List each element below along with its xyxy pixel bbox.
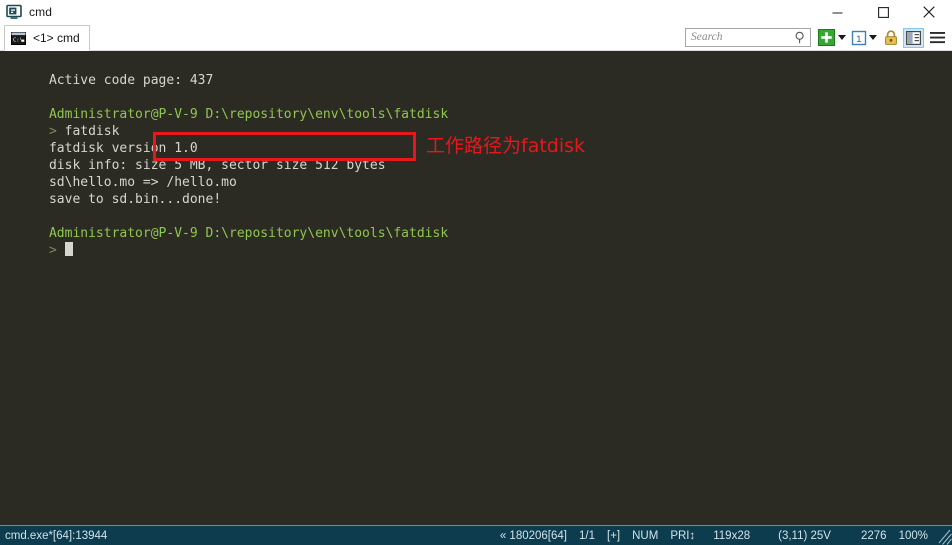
status-process: cmd.exe*[64]:13944 [5, 529, 108, 542]
prompt-user: Administrator@P-V-9 [48, 107, 198, 122]
prompt-chevron: > [48, 124, 57, 139]
svg-text:1: 1 [856, 34, 861, 45]
search-placeholder: Search [691, 31, 723, 43]
status-buffer-lines: 2276 [860, 529, 887, 542]
command-text: fatdisk [56, 124, 120, 139]
status-priority: PRI↕ [670, 529, 696, 542]
cmd-window: cmd C:\ <1> cmd Search 1 Active code pag… [0, 0, 952, 545]
tab-label: <1> cmd [33, 31, 80, 45]
window-controls [814, 0, 952, 24]
annotation-label: 工作路径为fatdisk [426, 135, 586, 157]
terminal-text: fatdisk version 1.0 [48, 141, 198, 156]
prompt-path: D:\repository\env\tools\fatdisk [205, 226, 449, 241]
panel-one-icon: 1 [851, 30, 867, 46]
tab-cmd-1[interactable]: C:\ <1> cmd [4, 25, 90, 51]
split-panel-button[interactable] [903, 27, 924, 48]
prompt-path: D:\repository\env\tools\fatdisk [205, 107, 449, 122]
search-icon[interactable] [794, 31, 807, 44]
prompt-user: Administrator@P-V-9 [48, 226, 198, 241]
lock-button[interactable] [882, 27, 903, 48]
text-cursor [64, 242, 73, 256]
status-num-lock: NUM [632, 529, 659, 542]
status-bar: cmd.exe*[64]:13944 « 180206[64] 1/1 [+] … [0, 525, 952, 545]
status-zoom: 100% [898, 529, 928, 542]
terminal-line: Active code page: 437 [2, 55, 952, 88]
status-indicators: « 180206[64] 1/1 [+] NUM PRI↕ 119x28 (3,… [494, 526, 952, 545]
resize-grip-icon[interactable] [936, 526, 952, 545]
status-session: « 180206[64] [499, 529, 567, 542]
status-cursor-position: (3,11) 25V [778, 529, 831, 542]
lock-icon [884, 29, 898, 46]
minimize-button[interactable] [814, 0, 860, 24]
title-bar: cmd [0, 0, 952, 24]
panel-layout-button[interactable]: 1 [851, 27, 867, 48]
new-tab-button[interactable] [818, 27, 836, 48]
maximize-button[interactable] [860, 0, 906, 24]
terminal-prompt-line: Administrator@P-V-9 D:\repository\env\to… [2, 89, 952, 122]
window-title: cmd [29, 5, 52, 19]
status-plus: [+] [607, 529, 621, 542]
terminal-text: Active code page: 437 [48, 73, 214, 88]
terminal-text: disk info: size 5 MB, sector size 512 by… [48, 158, 386, 173]
console-icon [6, 4, 22, 20]
green-plus-icon [818, 29, 835, 46]
close-button[interactable] [906, 0, 952, 24]
cmd-icon: C:\ [11, 31, 26, 45]
panel-layout-dropdown[interactable] [867, 27, 878, 48]
svg-text:C:\: C:\ [13, 37, 23, 43]
terminal-text: save to sd.bin...done! [48, 192, 222, 207]
tab-bar: C:\ <1> cmd Search 1 [0, 24, 952, 51]
toolbar: Search 1 [685, 26, 948, 49]
terminal-text: sd\hello.mo => /hello.mo [48, 175, 237, 190]
terminal-prompt-line: Administrator@P-V-9 D:\repository\env\to… [2, 208, 952, 241]
new-tab-dropdown[interactable] [836, 27, 847, 48]
status-pages: 1/1 [579, 529, 595, 542]
status-dimensions: 119x28 [713, 529, 751, 542]
prompt-chevron: > [48, 243, 57, 258]
split-panel-icon [906, 30, 921, 45]
menu-button[interactable] [929, 27, 948, 48]
terminal-output[interactable]: Active code page: 437 Administrator@P-V-… [0, 51, 952, 525]
search-input[interactable]: Search [685, 28, 811, 47]
hamburger-menu-icon [929, 29, 946, 46]
